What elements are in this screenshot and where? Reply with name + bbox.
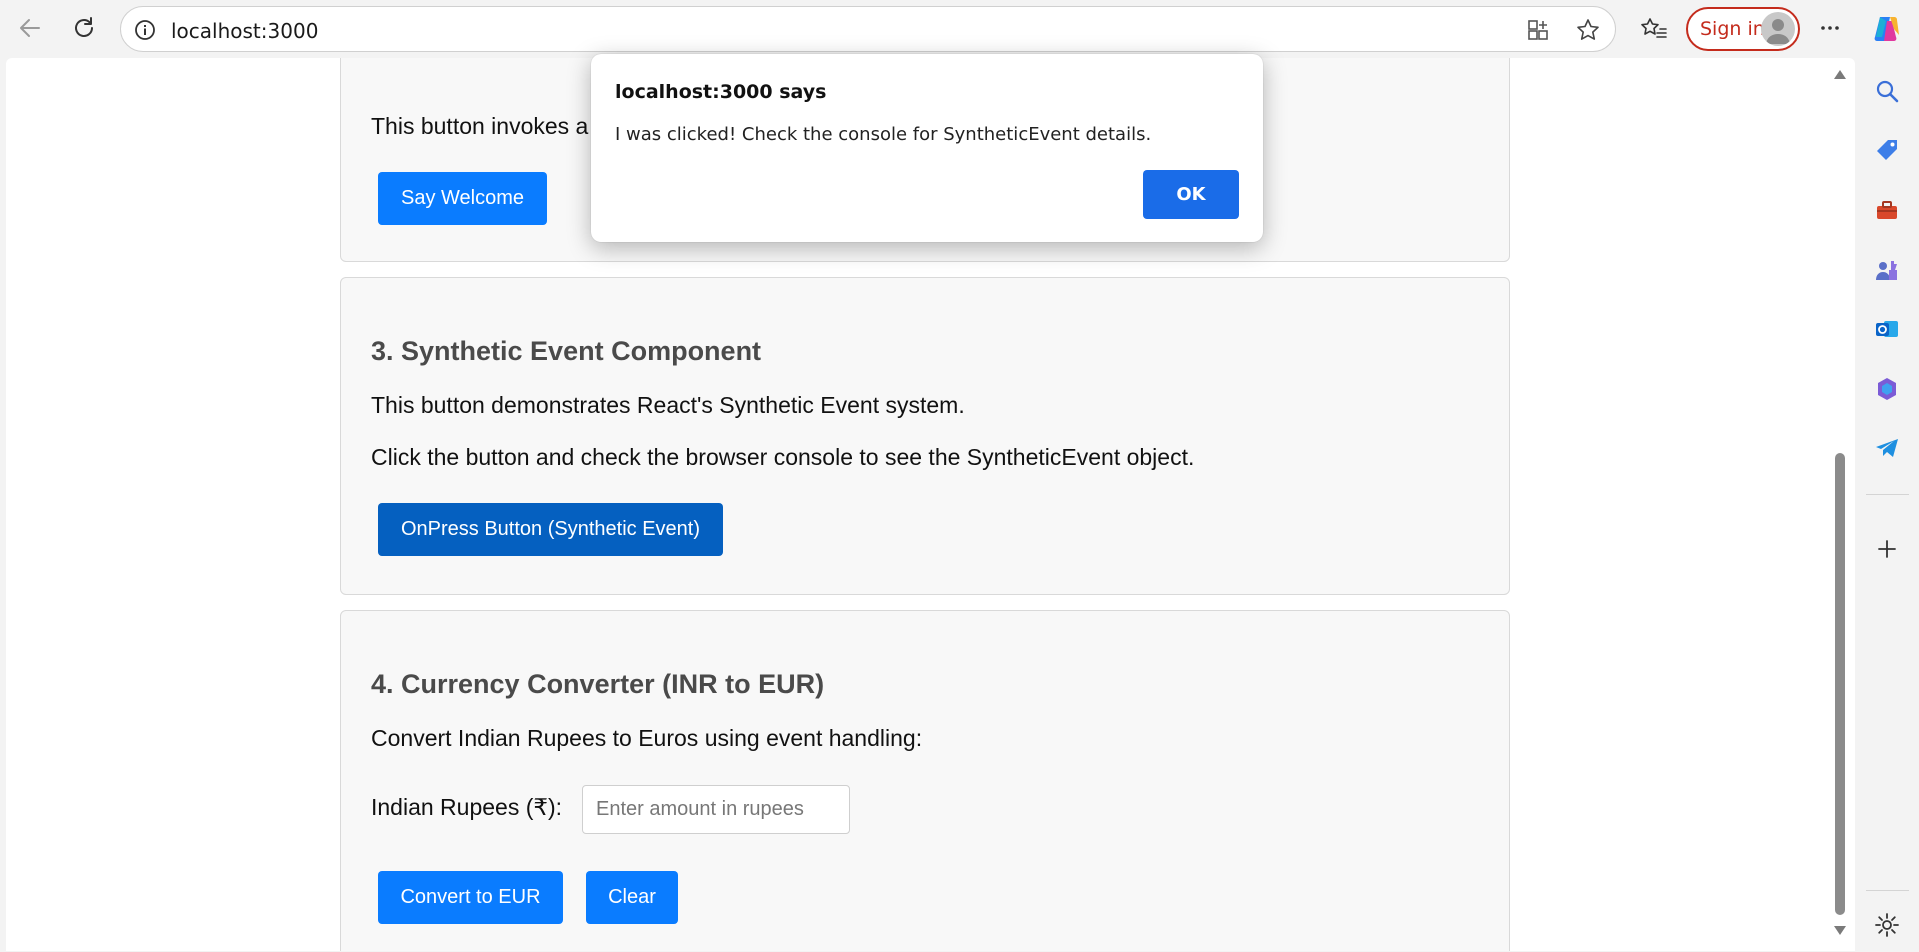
onpress-button[interactable]: OnPress Button (Synthetic Event) (378, 503, 723, 556)
apps-icon[interactable] (1527, 18, 1553, 42)
clear-button[interactable]: Clear (586, 871, 678, 924)
edge-sidebar (1856, 58, 1919, 952)
shopping-tag-icon[interactable] (1872, 135, 1902, 165)
rupees-input[interactable] (582, 785, 850, 834)
outlook-icon[interactable] (1872, 314, 1902, 344)
favorite-star-icon[interactable] (1575, 17, 1601, 43)
telegram-icon[interactable] (1872, 433, 1902, 463)
back-arrow-icon (20, 19, 40, 37)
url-text[interactable]: localhost:3000 (171, 19, 318, 43)
more-options-icon[interactable] (1812, 10, 1848, 46)
avatar-icon (1761, 12, 1795, 46)
dialog-title: localhost:3000 says (615, 81, 827, 103)
scrollbar-thumb[interactable] (1835, 453, 1845, 915)
reload-button[interactable] (66, 10, 102, 46)
currency-converter-text: Convert Indian Rupees to Euros using eve… (371, 725, 923, 751)
reload-icon (75, 17, 93, 37)
page-scrollbar[interactable] (1830, 58, 1848, 951)
add-icon[interactable] (1872, 534, 1902, 564)
browser-toolbar: localhost:3000 Sign in (0, 0, 1919, 58)
synthetic-event-card: 3. Synthetic Event Component This button… (340, 277, 1510, 595)
copilot-icon[interactable] (1868, 10, 1906, 48)
currency-converter-card: 4. Currency Converter (INR to EUR) Conve… (340, 610, 1510, 951)
back-button[interactable] (12, 10, 48, 46)
scroll-down-arrow-icon[interactable] (1834, 926, 1846, 935)
currency-converter-title: 4. Currency Converter (INR to EUR) (371, 669, 825, 699)
search-icon[interactable] (1872, 76, 1902, 106)
sign-in-label: Sign in (1700, 18, 1765, 40)
games-icon[interactable] (1872, 255, 1902, 285)
scroll-up-arrow-icon[interactable] (1834, 70, 1846, 79)
favorites-icon[interactable] (1636, 11, 1672, 47)
say-welcome-button[interactable]: Say Welcome (378, 172, 547, 225)
rupees-input-label: Indian Rupees (₹): (371, 794, 563, 820)
welcome-card-text: This button invokes a (371, 113, 589, 139)
m365-icon[interactable] (1872, 374, 1902, 404)
synthetic-event-text-1: This button demonstrates React's Synthet… (371, 392, 965, 418)
sidebar-divider (1866, 494, 1909, 495)
synthetic-event-title: 3. Synthetic Event Component (371, 336, 762, 366)
synthetic-event-text-2: Click the button and check the browser c… (371, 444, 1195, 470)
alert-dialog: localhost:3000 says I was clicked! Check… (591, 54, 1263, 242)
settings-icon[interactable] (1872, 910, 1902, 940)
address-bar[interactable]: localhost:3000 (120, 6, 1616, 52)
sign-in-button[interactable]: Sign in (1686, 7, 1800, 51)
dialog-ok-button[interactable]: OK (1143, 170, 1239, 219)
convert-to-eur-button[interactable]: Convert to EUR (378, 871, 563, 924)
sidebar-divider-bottom (1866, 890, 1909, 891)
dialog-message: I was clicked! Check the console for Syn… (615, 124, 1152, 145)
site-info-icon[interactable] (133, 18, 157, 42)
toolbox-icon[interactable] (1872, 195, 1902, 225)
